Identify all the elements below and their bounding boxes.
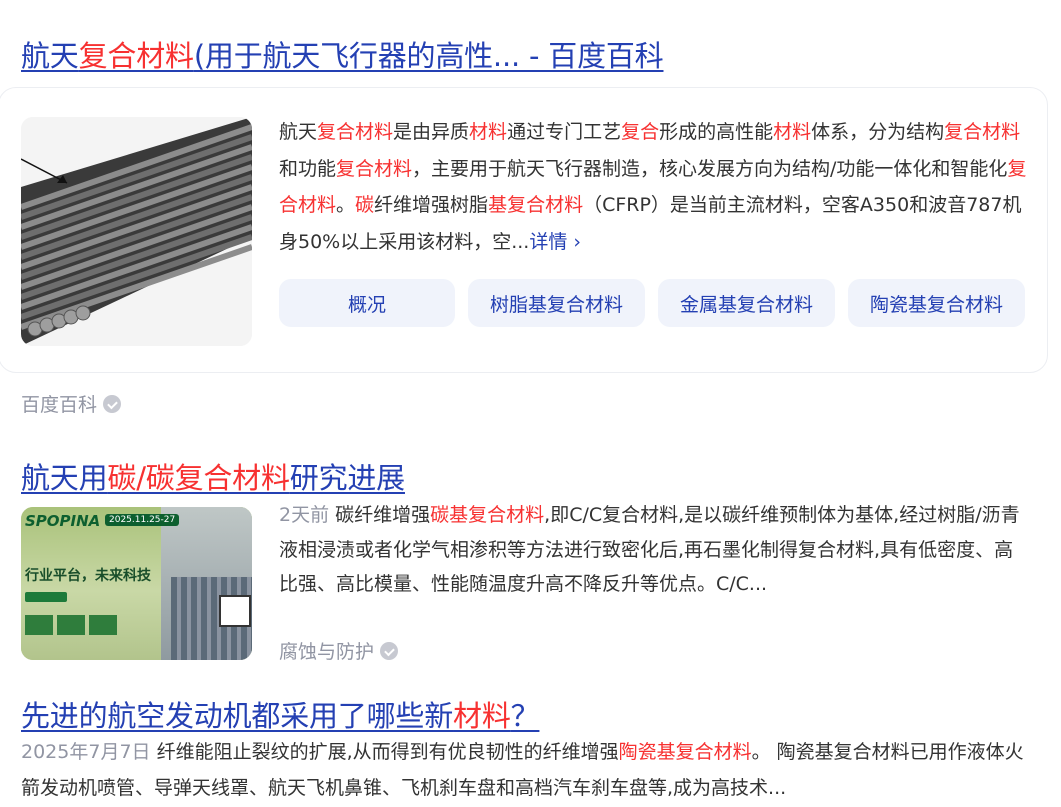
- source-baike[interactable]: 百度百科: [21, 390, 122, 417]
- highlighted-term: 材料: [773, 121, 812, 143]
- result-snippet-1: 航天复合材料是由异质材料通过专门工艺复合形成的高性能材料体系，分为结构复合材料和…: [279, 114, 1029, 260]
- composite-rods-thumbnail[interactable]: [21, 117, 252, 346]
- details-link[interactable]: 详情 ›: [529, 231, 581, 253]
- highlighted-term: 基复合材料: [488, 194, 584, 216]
- expo-banner-thumbnail[interactable]: SPOPINA 2025.11.25-27 行业平台，未来科技: [21, 507, 252, 660]
- expo-date-badge: 2025.11.25-27: [105, 514, 180, 526]
- expo-brand: SPOPINA: [25, 512, 101, 530]
- text-segment: 是由异质: [393, 121, 470, 143]
- highlighted-term: 复合材料: [944, 121, 1021, 143]
- highlighted-term: 碳/碳复合材料: [107, 461, 290, 495]
- source-corrosion[interactable]: 腐蚀与防护: [279, 637, 399, 664]
- text-segment: (用于航天飞行器的高性... - 百度百科: [193, 39, 664, 73]
- chip-ceramic-matrix[interactable]: 陶瓷基复合材料: [848, 279, 1025, 327]
- chip-overview[interactable]: 概况: [279, 279, 455, 327]
- text-segment: 纤维增强树脂: [374, 194, 489, 216]
- text-segment: 航天: [279, 121, 318, 143]
- text-segment: 。: [336, 194, 356, 216]
- text-segment: 航天: [21, 39, 79, 73]
- result-snippet-3: 2025年7月7日 纤维能阻止裂纹的扩展,从而得到有优良韧性的纤维增强陶瓷基复合…: [21, 735, 1031, 806]
- text-segment: 纤维能阻止裂纹的扩展,从而得到有优良韧性的纤维增强: [156, 741, 619, 763]
- text-segment: 和功能: [279, 157, 337, 180]
- highlighted-term: 复合材料: [78, 39, 194, 73]
- text-segment: 航天用: [21, 461, 108, 495]
- result-title-1[interactable]: 航天复合材料(用于航天飞行器的高性... - 百度百科: [21, 33, 664, 75]
- highlighted-term: 复合材料: [336, 157, 413, 180]
- text-segment: 形成的高性能: [659, 121, 774, 143]
- chip-metal-matrix[interactable]: 金属基复合材料: [658, 279, 835, 327]
- rod-end: [75, 305, 91, 321]
- result-title-2[interactable]: 航天用碳/碳复合材料研究进展: [21, 455, 405, 497]
- text-segment: 通过专门工艺: [507, 121, 622, 143]
- verified-icon: [103, 394, 122, 413]
- highlighted-term: 碳: [355, 194, 375, 216]
- text-segment: 研究进展: [289, 461, 405, 495]
- highlighted-term: 复合材料: [317, 121, 394, 143]
- text-segment: ？: [510, 699, 540, 733]
- chip-resin-matrix[interactable]: 树脂基复合材料: [468, 279, 645, 327]
- result-snippet-2: 2天前 碳纤维增强碳基复合材料,即C/C复合材料,是以碳纤维预制体为基体,经过树…: [279, 498, 1029, 602]
- highlighted-term: 碳基复合材料: [430, 504, 545, 526]
- result-title-3[interactable]: 先进的航空发动机都采用了哪些新材料？: [21, 693, 540, 735]
- source-label: 腐蚀与防护: [279, 641, 375, 663]
- text-segment: 碳纤维增强: [335, 504, 431, 526]
- highlighted-term: 材料: [469, 121, 508, 143]
- text-segment: 先进的航空发动机都采用了哪些新: [21, 699, 454, 733]
- highlighted-term: 陶瓷基复合材料: [618, 741, 752, 763]
- highlighted-term: 材料: [453, 699, 511, 733]
- chevron-right-icon: ›: [573, 230, 582, 253]
- expo-slogan: 行业平台，未来科技: [25, 568, 151, 584]
- text-segment: ，主要用于航天飞行器制造，核心发展方向为结构/功能一体化和智能化: [412, 157, 1008, 180]
- result-date: 2025年7月7日: [21, 741, 151, 763]
- verified-icon: [380, 641, 399, 660]
- highlighted-term: 复合: [621, 121, 660, 143]
- text-segment: 体系，分为结构: [811, 121, 945, 143]
- result-date: 2天前: [279, 504, 330, 526]
- source-label: 百度百科: [21, 394, 98, 416]
